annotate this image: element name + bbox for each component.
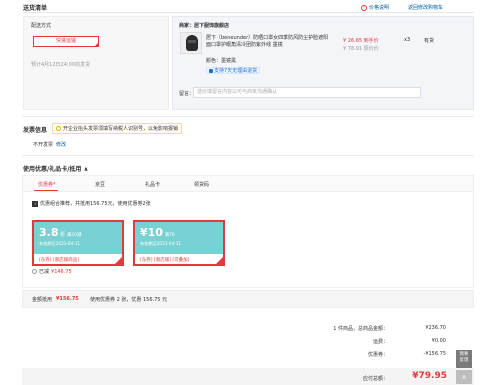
checkbox-icon: ✓: [32, 200, 38, 207]
totals-ship-value: ¥0.00: [431, 338, 446, 344]
coupon-date: 有效期至2023-04-11: [140, 241, 182, 246]
delivery-method-label: 快递运输: [55, 38, 76, 44]
coupon-card[interactable]: ¥10 满79 有效期至2023-04-11 [东券] [限店铺] [可叠加]: [133, 220, 225, 266]
product-color: 颜色：墨镜黑: [206, 58, 237, 64]
invoice-value: 不开发票: [33, 142, 54, 148]
invoice-tip: 开企业抬头发票须填写纳税人识别号，以免影响报销: [52, 123, 183, 134]
summary-text: 使用优惠券 2 张，优惠 156.75 元: [90, 297, 168, 303]
remark-label: 留言：: [179, 91, 195, 97]
coupon-date: 有效期至2023-04-11: [39, 241, 81, 246]
coupon-scope: [东券] [限店铺商品]: [39, 258, 79, 263]
tab-giftcard[interactable]: 礼品卡: [145, 181, 160, 188]
pay-label: 应付总额：: [362, 376, 388, 382]
product-image[interactable]: [180, 32, 202, 54]
section-title: 送货清单: [23, 5, 48, 12]
product-price: ¥ 26.65 到手价: [343, 38, 379, 44]
section-divider: [22, 116, 474, 117]
coupon-amount: 3.8: [39, 226, 59, 239]
feedback-button[interactable]: 我要 反馈: [456, 350, 472, 368]
invoice-title: 发票信息: [23, 127, 48, 134]
totals-goods-label: 1 件商品，总商品金额：: [333, 326, 388, 332]
pay-amount: ¥79.95: [412, 371, 447, 381]
info-icon: [32, 269, 37, 274]
tab-active-underline: [34, 190, 58, 191]
totals-ship-label: 运费：: [372, 339, 388, 345]
combo-check-label: 优惠组合推荐，共抵用156.75元，使用优惠券2张: [40, 201, 151, 207]
return-icon: [209, 68, 213, 73]
coupon-card[interactable]: 3.8 折 满20减 有效期至2023-04-11 [东券] [限店铺商品]: [32, 220, 124, 266]
used-amount: ¥146.75: [51, 268, 72, 275]
coupon-top: ¥10 满79 有效期至2023-04-11: [135, 222, 223, 254]
product-qty: x3: [404, 37, 411, 43]
coupon-scope: [东券] [限店铺] [可叠加]: [140, 258, 190, 263]
section-divider: [22, 155, 474, 156]
header-divider: [22, 12, 474, 13]
used-row: 已减 ¥146.75: [32, 268, 72, 275]
totals-discount-label: 优惠券：: [367, 352, 388, 358]
summary-label: 金额抵用: [32, 297, 53, 303]
delivery-method-button[interactable]: 快递运输: [33, 36, 99, 47]
delivery-label: 配送方式: [31, 23, 52, 29]
totals-goods-value: ¥236.70: [425, 325, 446, 331]
selected-corner-icon: [115, 257, 122, 264]
info-icon: !: [361, 4, 367, 11]
coupon-condition: 满79: [164, 233, 175, 238]
coupon-top: 3.8 折 满20减 有效期至2023-04-11: [34, 222, 122, 254]
invoice-tip-text: 开企业抬头发票须填写纳税人识别号，以免影响报销: [63, 126, 179, 132]
coupon-section-toggle[interactable]: 使用优惠/礼品卡/抵用 ∧: [23, 164, 88, 173]
service-tag[interactable]: 支持7天无理由退货: [206, 67, 261, 74]
tab-coupons[interactable]: 优惠券*: [38, 181, 56, 188]
summary-amount: ¥156.75: [56, 296, 79, 302]
coupon-condition: 满20减: [66, 233, 82, 238]
product-stock: 有货: [424, 38, 435, 44]
product-name[interactable]: 居下（beneunder）防晒口罩女四季防风防尘护脸遮阳面口罩护眼角清冷团防紫外…: [206, 35, 332, 49]
product-orig-price: ¥ 78.91 原价价: [343, 46, 379, 52]
back-to-cart-link[interactable]: 返回修改购物车: [408, 4, 443, 11]
back-to-top-button[interactable]: ∧: [456, 370, 472, 384]
merchant-name[interactable]: 商家：居下服饰旗舰店: [179, 22, 229, 29]
totals-discount-value: -¥156.75: [423, 351, 446, 357]
service-label: 支持7天无理由退货: [214, 67, 258, 74]
used-label: 已减: [39, 269, 50, 275]
price-note-label: 价格说明: [369, 5, 390, 11]
selected-corner-icon: [94, 42, 99, 47]
tab-pickup-code[interactable]: 领货码: [194, 181, 209, 188]
remark-input[interactable]: 选价填留言内容以可与商家沟通确认: [193, 87, 421, 98]
tab-coupons-label: 优惠券: [38, 182, 54, 188]
tab-beans[interactable]: 京豆: [95, 181, 105, 188]
delivery-eta: 预计4月12日24:00前发货: [31, 62, 90, 68]
coupon-amount: ¥10: [140, 226, 163, 239]
combo-checkbox[interactable]: ✓ 优惠组合推荐，共抵用156.75元，使用优惠券2张: [32, 200, 151, 207]
selected-corner-icon: [216, 257, 223, 264]
price-note-link[interactable]: ! 价格说明: [361, 4, 389, 11]
tip-icon: [56, 126, 61, 131]
invoice-edit-link[interactable]: 修改: [56, 141, 66, 148]
coupon-tabs: [23, 176, 473, 192]
coupon-unit: 折: [60, 232, 66, 238]
